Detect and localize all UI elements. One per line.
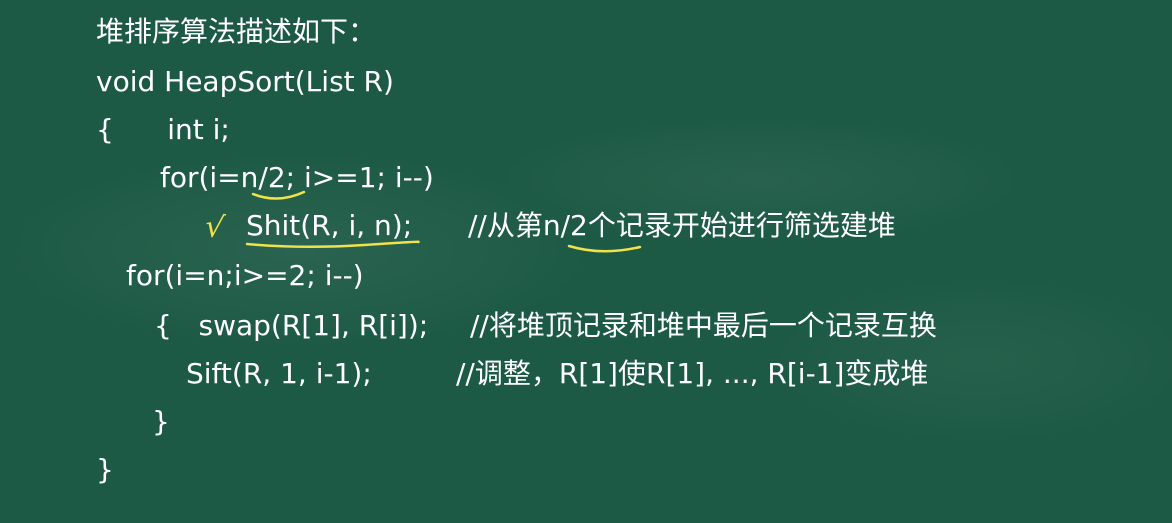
- code-line-for-sort: for(i=n;i>=2; i--): [126, 259, 364, 292]
- chalkboard-slide: 堆排序算法描述如下： void HeapSort(List R) { int i…: [0, 0, 1172, 523]
- code-line-inner-close-brace: }: [152, 405, 170, 438]
- code-line-shit-call: Shit(R, i, n);: [246, 209, 413, 242]
- code-line-open-brace: { int i;: [96, 113, 230, 146]
- slide-title: 堆排序算法描述如下：: [96, 15, 377, 48]
- code-line-outer-close-brace: }: [96, 453, 114, 486]
- comment-sift: //调整，R[1]使R[1], ..., R[i-1]变成堆: [456, 357, 929, 390]
- code-line-sift-call: Sift(R, 1, i-1);: [186, 357, 372, 390]
- code-line-for-build-heap: for(i=n/2; i>=1; i--): [160, 161, 434, 194]
- comment-swap: //将堆顶记录和堆中最后一个记录互换: [470, 309, 937, 342]
- check-mark-annotation: √: [202, 208, 227, 247]
- code-line-swap: { swap(R[1], R[i]);: [154, 309, 429, 342]
- comment-build-heap: //从第n/2个记录开始进行筛选建堆: [468, 209, 896, 242]
- code-line-signature: void HeapSort(List R): [96, 65, 394, 98]
